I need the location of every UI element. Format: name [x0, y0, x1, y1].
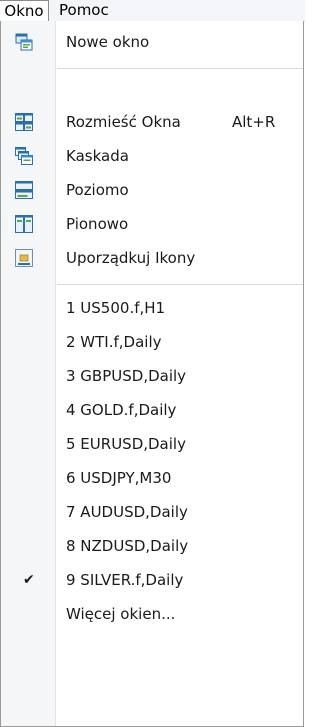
menu-item-pionowo[interactable]: Pionowo [1, 207, 303, 241]
menu-item-label: Uporządkuj Ikony [66, 249, 196, 267]
menu-item-label: 1 US500.f,H1 [66, 299, 166, 317]
shortcut-label: Alt+R [232, 113, 276, 131]
menu-item-label: Kaskada [66, 147, 129, 165]
menu-item-label: 4 GOLD.f,Daily [66, 401, 177, 419]
arrange-icons-icon [15, 249, 33, 267]
menu-item-wiecej-okien[interactable]: Więcej okien... [1, 597, 303, 631]
menu-item-label: 9 SILVER.f,Daily [66, 571, 184, 589]
menu-separator [57, 284, 303, 285]
menu-item-label: Pionowo [66, 215, 129, 233]
menu-item-nowe-okno[interactable]: Nowe okno [1, 25, 303, 59]
menu-item-label: Więcej okien... [66, 605, 176, 623]
window-list-item[interactable]: 6 USDJPY,M30 [1, 461, 303, 495]
menu-pomoc[interactable]: Pomoc [54, 0, 114, 21]
menu-item-label: 5 EURUSD,Daily [66, 435, 186, 453]
window-list-item[interactable]: 3 GBPUSD,Daily [1, 359, 303, 393]
menu-item-label: Rozmieść Okna [66, 113, 181, 131]
menu-item-uporzadkuj-ikony[interactable]: Uporządkuj Ikony [1, 241, 303, 275]
window-list-item[interactable]: 5 EURUSD,Daily [1, 427, 303, 461]
menu-item-label: 7 AUDUSD,Daily [66, 503, 188, 521]
window-list-item[interactable]: 1 US500.f,H1 [1, 291, 303, 325]
window-list-item[interactable]: 8 NZDUSD,Daily [1, 529, 303, 563]
okno-dropdown-menu: Nowe okno Rozmieść Okna Alt+R Kaskada Po… [0, 21, 304, 727]
menu-okno[interactable]: Okno [0, 0, 49, 23]
menu-item-label: Poziomo [66, 181, 129, 199]
window-list-item[interactable]: 4 GOLD.f,Daily [1, 393, 303, 427]
new-window-icon [15, 33, 33, 51]
menu-item-poziomo[interactable]: Poziomo [1, 173, 303, 207]
tile-horizontal-icon [15, 181, 33, 199]
checkmark-icon: ✔ [23, 572, 35, 588]
menu-bar: Okno Pomoc [0, 0, 305, 23]
menu-item-rozmiesc-okna[interactable]: Rozmieść Okna Alt+R [1, 105, 303, 139]
menu-item-label: 8 NZDUSD,Daily [66, 537, 189, 555]
menu-item-label: Nowe okno [66, 33, 150, 51]
menu-item-label: 3 GBPUSD,Daily [66, 367, 187, 385]
cascade-icon [15, 147, 33, 165]
menu-item-label: 6 USDJPY,M30 [66, 469, 172, 487]
window-list-item[interactable]: 7 AUDUSD,Daily [1, 495, 303, 529]
window-list-item[interactable]: 2 WTI.f,Daily [1, 325, 303, 359]
menu-separator [57, 68, 303, 69]
menu-item-kaskada[interactable]: Kaskada [1, 139, 303, 173]
menu-item-label: 2 WTI.f,Daily [66, 333, 162, 351]
tile-vertical-icon [15, 215, 33, 233]
window-list-item-active[interactable]: ✔ 9 SILVER.f,Daily [1, 563, 303, 597]
tile-windows-icon [15, 113, 33, 131]
